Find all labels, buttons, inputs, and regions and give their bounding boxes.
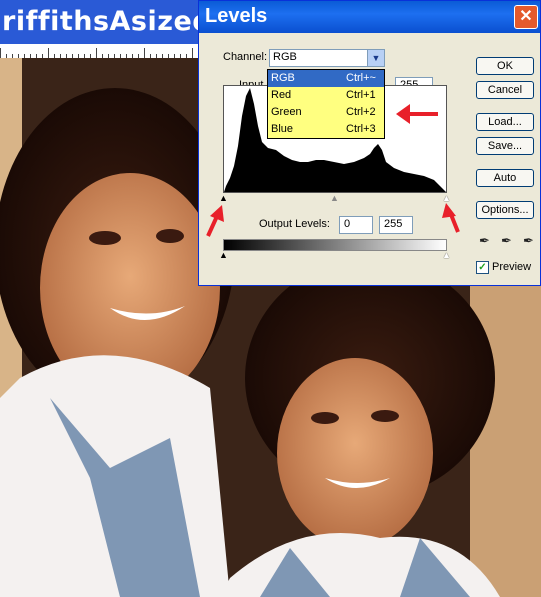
arrow-to-white-slider-head-icon [442,203,456,218]
annotation-arrows [206,104,460,237]
arrow-to-channel-list-head-icon [396,104,410,124]
